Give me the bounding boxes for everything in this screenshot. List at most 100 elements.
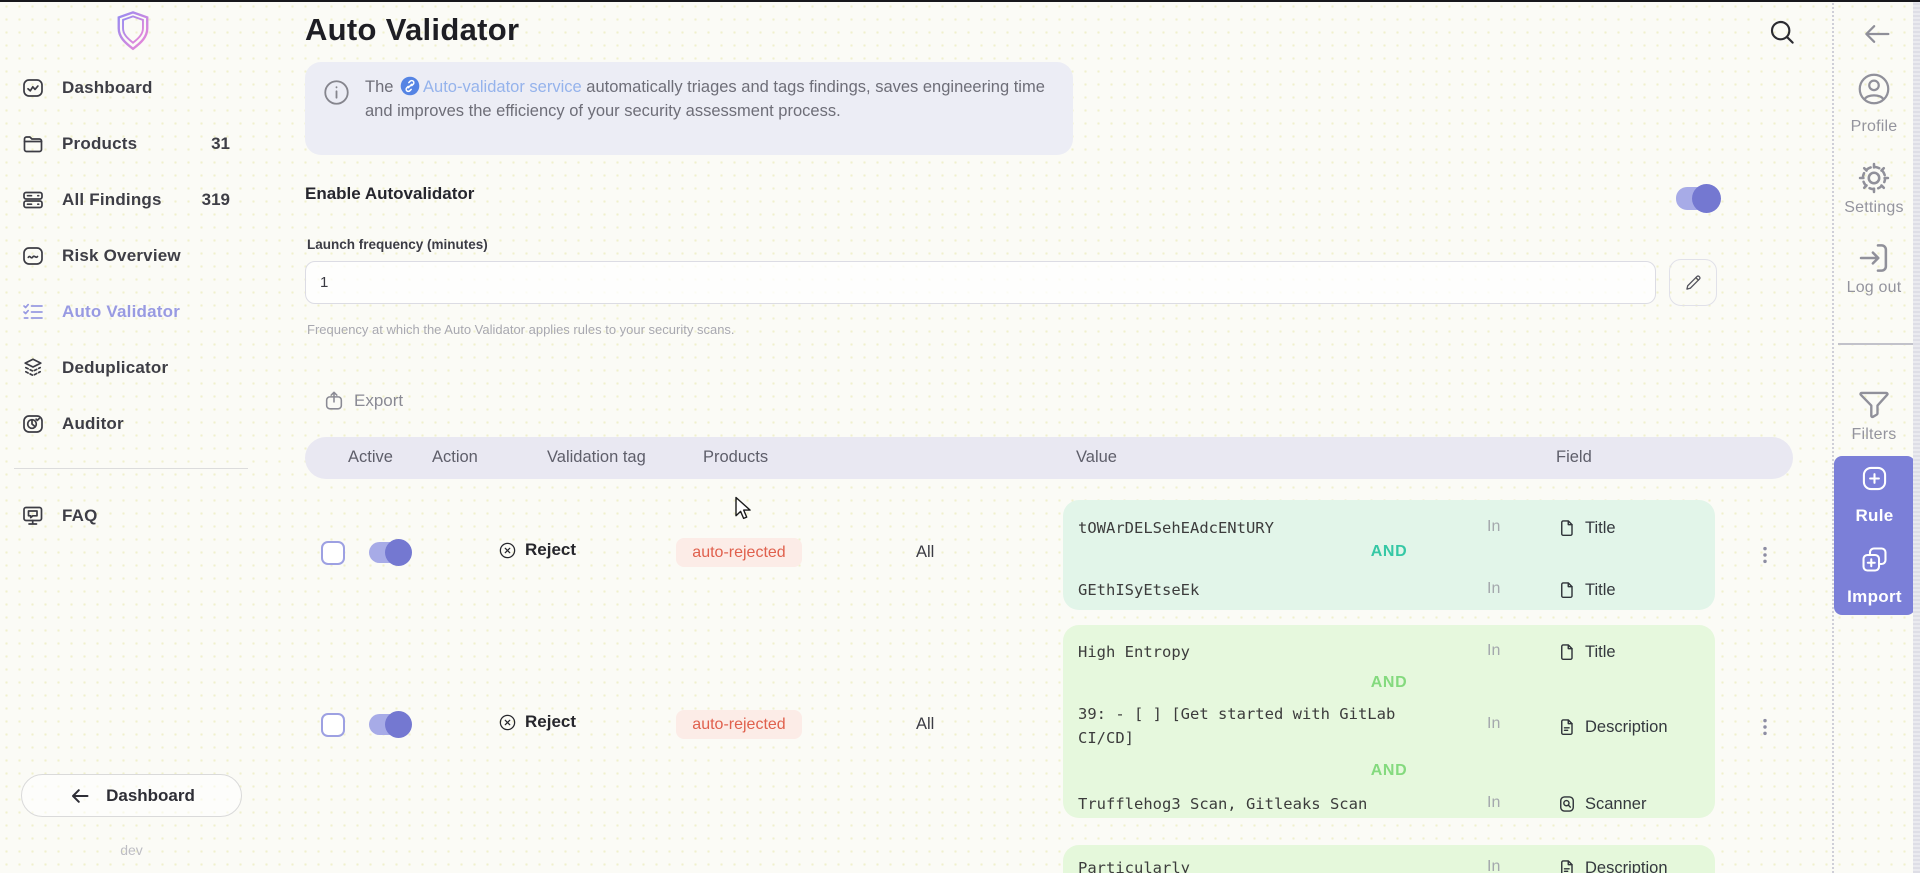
dashboard-icon [21,76,45,100]
faq-monitor-icon [21,504,45,528]
condition-operator: In [1487,794,1500,812]
sidebar-item-deduplicator[interactable]: Deduplicator [0,340,285,396]
rule-enabled-toggle[interactable] [369,542,409,563]
column-header-validation-tag: Validation tag [547,448,646,467]
row-select-checkbox[interactable] [321,541,345,565]
condition-field: Description [1557,715,1668,739]
products-cell: All [916,543,934,562]
action-label: Reject [525,540,576,560]
condition-line: GEthISyEtseEk In Title [1063,578,1715,602]
table-header: Active Action Validation tag Products Va… [305,437,1793,479]
condition-operator: In [1487,580,1500,598]
findings-count-badge: 319 [202,190,230,210]
profile-label: Profile [1828,118,1920,136]
enable-autovalidator-label: Enable Autovalidator [305,184,474,204]
and-joiner: AND [1063,762,1715,780]
reject-icon [498,713,517,732]
condition-value: Trufflehog3 Scan, Gitleaks Scan [1078,792,1418,816]
folder-icon [21,132,45,156]
left-sidebar: Dashboard Products 31 All Findings 319 R… [0,0,285,873]
condition-line: Particularly In Description [1063,856,1715,873]
condition-line: High Entropy In Title [1063,640,1715,664]
back-to-dashboard-button[interactable]: Dashboard [21,774,242,817]
sidebar-faq-section: FAQ [0,488,285,544]
arrow-left-icon [1860,17,1894,51]
condition-field-label: Description [1585,859,1668,873]
and-joiner: AND [1063,674,1715,692]
condition-line: Trufflehog3 Scan, Gitleaks Scan In Scann… [1063,792,1715,816]
export-label: Export [354,391,403,411]
sidebar-item-label: Risk Overview [62,246,181,266]
sidebar-item-auditor[interactable]: Auditor [0,396,285,452]
sidebar-item-auto-validator[interactable]: Auto Validator [0,284,285,340]
page-scrollbar[interactable] [1913,0,1920,873]
rule-enabled-toggle[interactable] [369,714,409,735]
table-row: Particularly In Description [305,838,1793,873]
collapse-rail-button[interactable] [1860,17,1894,45]
auto-validator-service-link[interactable]: Auto-validator service [423,78,582,96]
layers-icon [21,356,45,380]
rule-conditions-box: High Entropy In Title AND 39: - [ ] [Get… [1063,625,1715,818]
condition-operator: In [1487,518,1500,536]
row-menu-button[interactable] [1754,714,1776,740]
frequency-help-text: Frequency at which the Auto Validator ap… [307,322,735,337]
frequency-label: Launch frequency (minutes) [307,237,488,252]
sidebar-item-all-findings[interactable]: All Findings 319 [0,172,285,228]
logout-icon[interactable] [1855,239,1893,277]
checklist-icon [21,300,45,324]
condition-field: Title [1557,516,1616,540]
copy-plus-icon [1859,544,1890,575]
info-icon [322,78,351,107]
sidebar-item-label: Auditor [62,414,124,434]
description-file-icon [1557,858,1577,873]
import-button[interactable]: Import [1834,544,1915,607]
settings-gear-icon[interactable] [1855,159,1893,197]
add-rule-button[interactable]: Rule [1834,463,1915,526]
action-label: Reject [525,712,576,732]
findings-stack-icon [21,188,45,212]
frequency-input[interactable] [305,261,1656,304]
app-logo-shield-icon [114,10,152,50]
column-header-active: Active [348,448,393,467]
reject-icon [498,541,517,560]
export-button[interactable]: Export [323,390,403,412]
plus-square-icon [1859,463,1890,494]
validation-tag-badge: auto-rejected [676,538,802,567]
condition-field-label: Description [1585,718,1668,737]
title-file-icon [1557,518,1577,538]
profile-icon[interactable] [1855,70,1893,108]
rail-divider [1838,343,1914,345]
sidebar-item-dashboard[interactable]: Dashboard [0,60,285,116]
sidebar-item-risk-overview[interactable]: Risk Overview [0,228,285,284]
enable-autovalidator-toggle[interactable] [1676,187,1718,210]
column-header-action: Action [432,448,478,467]
row-menu-button[interactable] [1754,542,1776,568]
action-cell: Reject [498,712,576,732]
condition-operator: In [1487,715,1500,733]
edit-frequency-button[interactable] [1669,259,1717,306]
filters-funnel-icon[interactable] [1855,385,1893,423]
arrow-left-icon [68,784,92,808]
risk-chart-icon [21,244,45,268]
column-header-products: Products [703,448,768,467]
sidebar-item-faq[interactable]: FAQ [0,488,285,544]
info-banner-text: The Auto-validator service automatically… [365,76,1065,123]
table-row: Reject auto-rejected All High Entropy In… [305,618,1793,824]
row-select-checkbox[interactable] [321,713,345,737]
right-rail: Profile Settings Log out Filters Rule Im… [1832,0,1920,873]
condition-field-label: Title [1585,519,1616,538]
banner-prefix: The [365,78,393,96]
sidebar-item-label: FAQ [62,506,98,526]
sidebar-item-products[interactable]: Products 31 [0,116,285,172]
condition-field: Scanner [1557,792,1646,816]
search-button[interactable] [1766,16,1798,48]
condition-line: 39: - [ ] [Get started with GitLab CI/CD… [1063,702,1715,750]
sidebar-item-label: Dashboard [62,78,153,98]
kebab-icon [1754,716,1776,738]
column-header-value: Value [1076,448,1117,467]
pencil-icon [1683,272,1704,293]
info-banner: The Auto-validator service automatically… [305,62,1073,155]
rule-conditions-box: tOWArDELSehEAdcENtURY In Title AND GEthI… [1063,500,1715,610]
scanner-icon [1557,794,1577,814]
logout-label: Log out [1828,279,1920,297]
